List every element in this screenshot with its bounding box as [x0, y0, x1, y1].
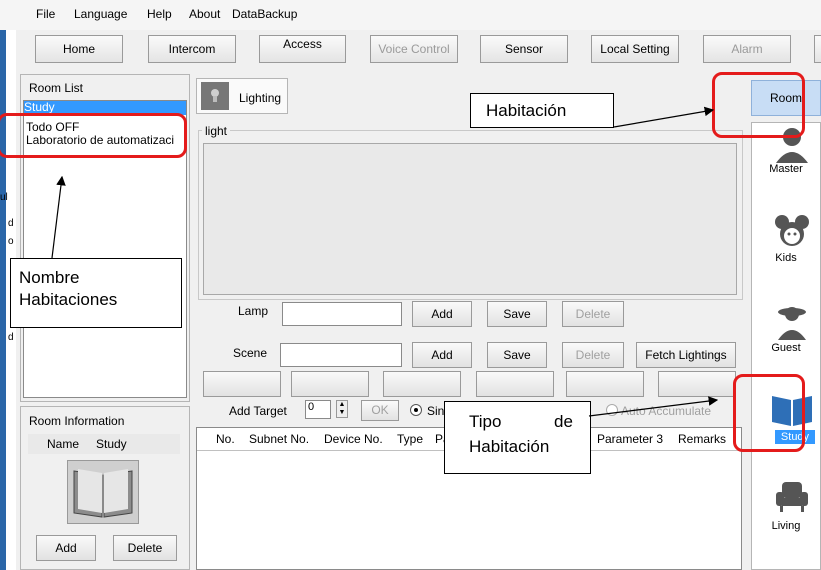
annotation-arrows	[51, 106, 719, 417]
